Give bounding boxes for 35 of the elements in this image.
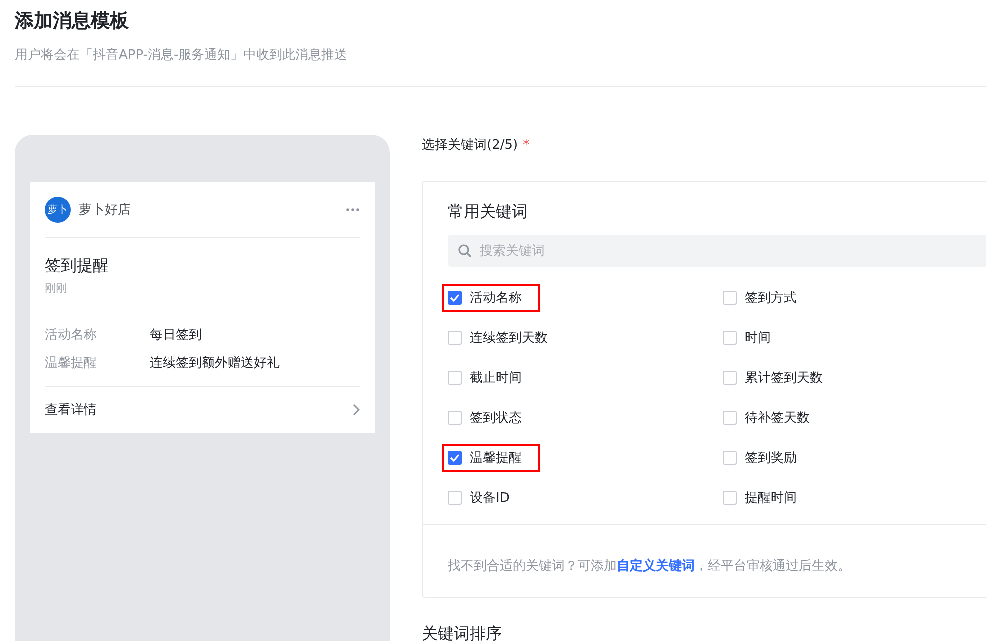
- keyword-checkbox[interactable]: 累计签到天数: [717, 364, 841, 392]
- keyword-checkbox[interactable]: 截止时间: [442, 364, 540, 392]
- required-mark: *: [523, 138, 530, 152]
- field-label: 活动名称: [45, 327, 98, 345]
- message-title: 签到提醒: [45, 256, 109, 277]
- search-icon: [458, 244, 472, 258]
- section-title: 常用关键词: [448, 202, 528, 223]
- keyword-checkbox[interactable]: 设备ID: [442, 484, 528, 512]
- shop-name: 萝卜好店: [79, 202, 131, 218]
- page-title: 添加消息模板: [15, 9, 129, 34]
- custom-keyword-link[interactable]: 自定义关键词: [617, 559, 695, 574]
- field-value: 每日签到: [150, 327, 202, 345]
- details-link[interactable]: 查看详情: [45, 387, 360, 433]
- keyword-checkbox[interactable]: 待补签天数: [717, 404, 828, 432]
- field-label: 选择关键词(2/5): [422, 137, 518, 154]
- keyword-checkbox[interactable]: 提醒时间: [717, 484, 815, 512]
- keyword-checkbox[interactable]: 温馨提醒: [442, 444, 540, 472]
- chevron-right-icon: [353, 404, 360, 416]
- keyword-checkbox[interactable]: 活动名称: [442, 284, 540, 312]
- keyword-checkbox[interactable]: 签到奖励: [717, 444, 815, 472]
- search-field[interactable]: 搜索关键词: [448, 235, 986, 267]
- footer-note: 找不到合适的关键词？可添加自定义关键词，经平台审核通过后生效。: [448, 559, 851, 574]
- section-title: 关键词排序: [422, 624, 502, 641]
- field-value: 连续签到额外赠送好礼: [150, 355, 280, 373]
- keyword-checkbox[interactable]: 时间: [717, 324, 789, 352]
- keyword-checkbox[interactable]: 签到方式: [717, 284, 815, 312]
- message-time: 刚刚: [45, 281, 67, 296]
- check-icon: [450, 454, 460, 462]
- more-icon[interactable]: [346, 208, 360, 212]
- page-subtitle: 用户将会在「抖音APP-消息-服务通知」中收到此消息推送: [15, 47, 348, 64]
- keyword-checkbox[interactable]: 签到状态: [442, 404, 540, 432]
- keyword-checkbox[interactable]: 连续签到天数: [442, 324, 566, 352]
- field-label: 温馨提醒: [45, 355, 98, 373]
- shop-avatar: 萝卜: [45, 196, 71, 222]
- check-icon: [450, 294, 460, 302]
